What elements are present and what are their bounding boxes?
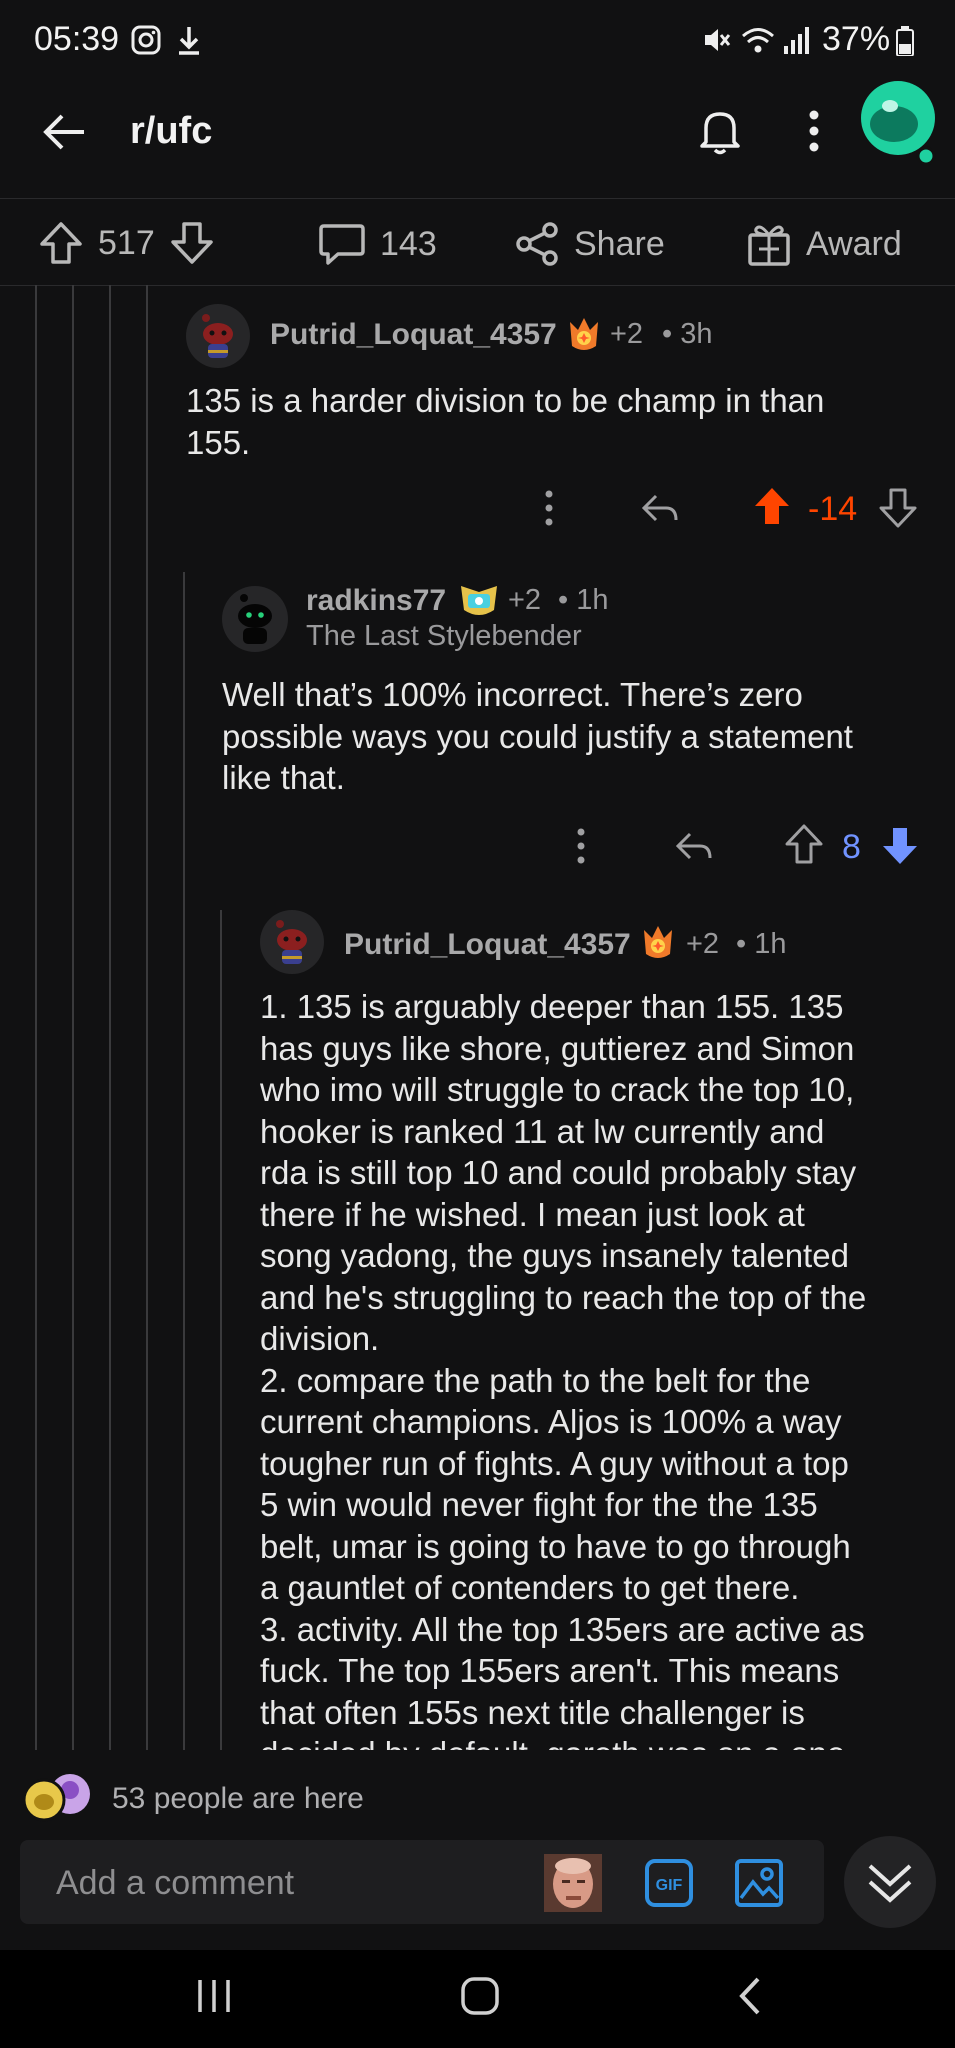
- post-action-bar: 517 143 Share Award: [0, 198, 955, 286]
- share-icon: [514, 221, 560, 267]
- system-nav-bar: [0, 1950, 955, 2048]
- comment-karma: +2: [686, 928, 720, 960]
- battery-percent: 37%: [822, 20, 891, 58]
- award-label: Award: [806, 224, 902, 263]
- downvote-icon[interactable]: [878, 486, 918, 528]
- comment-body: 135 is a harder division to be champ in …: [186, 382, 825, 461]
- flair-badge-icon: [640, 924, 676, 962]
- reply-icon[interactable]: [674, 826, 714, 866]
- share-button[interactable]: Share: [514, 221, 665, 267]
- battery-icon: [896, 26, 914, 56]
- collapse-comments-button[interactable]: [844, 1836, 936, 1928]
- comment-input[interactable]: Add a comment: [56, 1864, 294, 1903]
- comment-username[interactable]: Putrid_Loquat_4357: [344, 928, 631, 962]
- image-upload-icon[interactable]: [734, 1858, 784, 1908]
- face-sticker-icon[interactable]: [544, 1854, 602, 1912]
- thread-line[interactable]: [109, 285, 111, 1750]
- status-bar: 05:39 37%: [0, 0, 955, 80]
- comments-button[interactable]: 143: [318, 221, 437, 267]
- comment-avatar-snoo[interactable]: [186, 304, 250, 368]
- share-label: Share: [574, 224, 665, 263]
- comment-composer[interactable]: Add a comment GIF: [20, 1840, 824, 1924]
- bell-icon[interactable]: [696, 106, 744, 156]
- back-nav-icon[interactable]: [732, 1974, 768, 2018]
- comment-avatar-snoo[interactable]: [222, 586, 288, 652]
- comment-age: • 3h: [662, 318, 713, 350]
- downvote-icon[interactable]: [169, 221, 215, 265]
- thread-line[interactable]: [72, 285, 74, 1750]
- signal-icon: [782, 24, 812, 56]
- status-time: 05:39: [34, 20, 120, 58]
- double-chevron-down-icon: [866, 1860, 914, 1906]
- home-icon[interactable]: [458, 1974, 502, 2018]
- download-icon: [176, 24, 202, 56]
- upvote-icon[interactable]: [784, 824, 824, 866]
- award-button[interactable]: Award: [746, 221, 902, 267]
- mute-icon: [700, 24, 732, 56]
- flair-badge-icon: [566, 316, 602, 354]
- thread-line[interactable]: [146, 285, 148, 1750]
- gif-icon[interactable]: GIF: [644, 1858, 694, 1908]
- comment-more-icon[interactable]: [568, 826, 594, 866]
- comment-more-icon[interactable]: [536, 488, 562, 528]
- wifi-icon: [740, 24, 776, 56]
- back-arrow-icon[interactable]: [40, 108, 88, 156]
- thread-line[interactable]: [183, 572, 185, 1750]
- thread-line[interactable]: [220, 910, 222, 1750]
- upvote-icon[interactable]: [38, 221, 84, 265]
- comment-karma: +2: [508, 584, 542, 616]
- presence-text: 53 people are here: [112, 1782, 364, 1815]
- comment-body: Well that’s 100% incorrect. There’s zero…: [222, 676, 853, 796]
- downvote-icon[interactable]: [880, 824, 920, 866]
- gift-award-icon: [746, 221, 792, 267]
- recent-apps-icon[interactable]: [194, 1976, 234, 2016]
- post-score: 517: [98, 223, 155, 262]
- comment-age: • 1h: [736, 928, 787, 960]
- comment-body: 1. 135 is arguably deeper than 155. 135 …: [260, 988, 867, 1750]
- comment-avatar-snoo[interactable]: [260, 910, 324, 974]
- comment-age: • 1h: [558, 584, 609, 616]
- comment-score: 8: [842, 828, 861, 866]
- instagram-icon: [130, 24, 162, 56]
- user-avatar[interactable]: [860, 80, 940, 166]
- thread-line[interactable]: [35, 285, 37, 1750]
- comments-count: 143: [380, 224, 437, 263]
- comment-score: -14: [808, 490, 858, 528]
- reply-icon[interactable]: [640, 488, 680, 528]
- comment-username[interactable]: Putrid_Loquat_4357: [270, 318, 557, 352]
- comment-username[interactable]: radkins77: [306, 584, 446, 618]
- flair-badge-icon: [458, 582, 500, 620]
- svg-text:GIF: GIF: [656, 1877, 683, 1894]
- comment-bubble-icon: [318, 221, 366, 267]
- upvote-icon[interactable]: [752, 486, 792, 528]
- comment-karma: +2: [610, 318, 644, 350]
- more-options-icon[interactable]: [802, 108, 826, 154]
- subreddit-title[interactable]: r/ufc: [130, 110, 212, 153]
- user-flair-text: The Last Stylebender: [306, 620, 582, 652]
- top-app-bar: r/ufc: [0, 80, 955, 198]
- presence-avatars: [20, 1774, 96, 1822]
- post-vote-group: 517: [38, 221, 215, 265]
